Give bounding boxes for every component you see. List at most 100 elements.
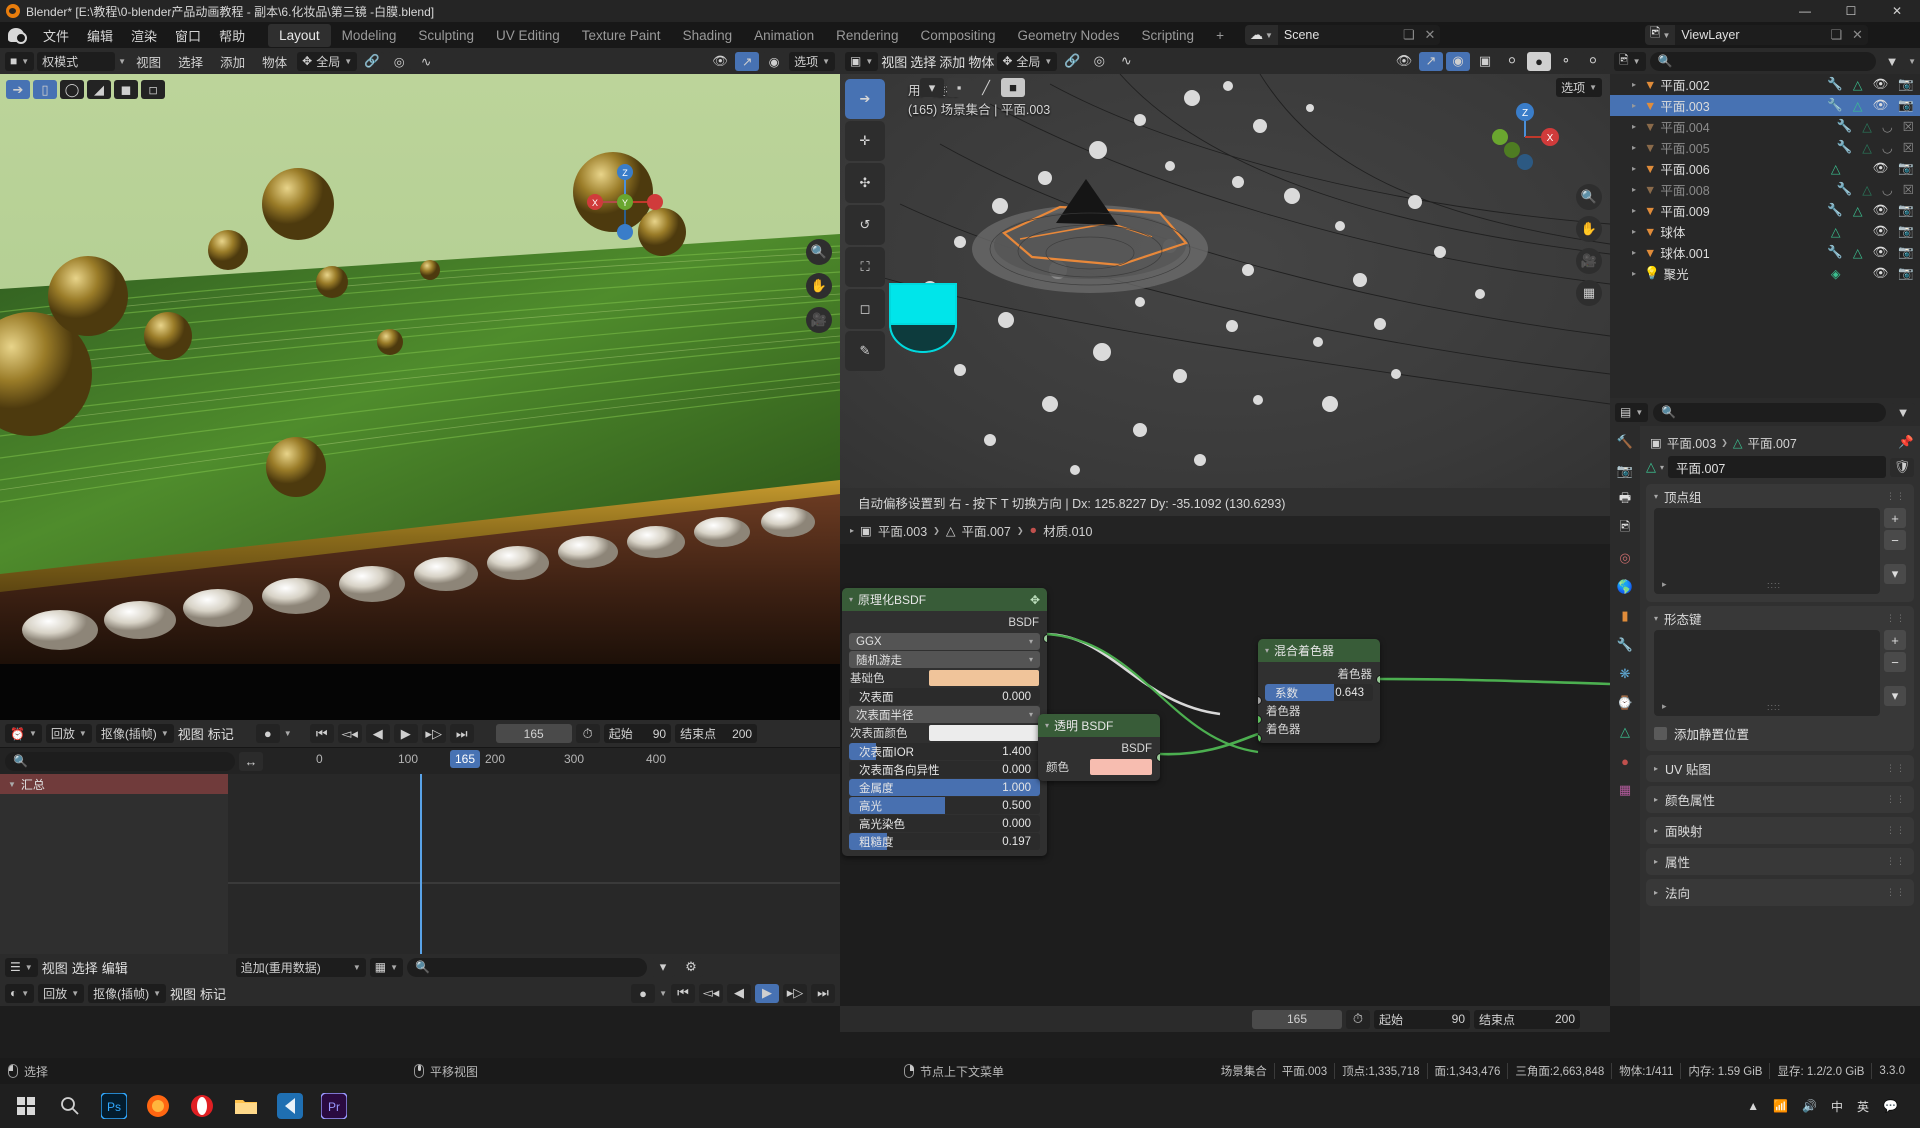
filter-icon[interactable]: ▾ (651, 957, 675, 977)
outliner-row-toggles-6[interactable]: 🔧 △ 👁 📷 (1827, 203, 1914, 218)
new-scene-icon[interactable]: ❏ (1398, 27, 1420, 43)
viewport-proportional-icon[interactable]: ◎ (1087, 51, 1112, 71)
use-preview-range-icon[interactable]: ⏱ (575, 724, 600, 743)
hide-in-viewport-icon-8[interactable]: 👁 (1873, 245, 1889, 260)
tool-cursor-icon[interactable]: ✛ (845, 121, 885, 161)
properties-search-input[interactable]: 🔍 (1653, 402, 1886, 422)
viewport-menu-object[interactable]: 物体 (968, 52, 994, 71)
mesh-data-icon-3[interactable]: △ (1862, 140, 1872, 155)
image-menu-add[interactable]: 添加 (213, 49, 252, 74)
menu-help[interactable]: 帮助 (210, 22, 254, 49)
workspace-tab-animation[interactable]: Animation (743, 24, 825, 47)
add-rest-position-checkbox[interactable] (1654, 727, 1667, 740)
viewport-navigation-gizmo[interactable]: Z X Y (1490, 102, 1571, 172)
auto-keying-chevron-icon[interactable]: ▼ (284, 729, 292, 738)
outliner-filter-chevron-icon[interactable]: ▼ (1908, 57, 1916, 66)
outliner-row-toggles-1[interactable]: 🔧 △ 👁 📷 (1827, 98, 1914, 113)
node-collapse-icon[interactable]: ▾ (849, 595, 853, 604)
expand-icon-6[interactable]: ▸ (1632, 206, 1636, 215)
subsurface-ior-slider[interactable]: 次表面IOR 1.400 (849, 743, 1040, 760)
outliner-row-toggles-0[interactable]: 🔧 △ 👁 📷 (1827, 77, 1914, 92)
shape-key-specials-button[interactable]: ▾ (1884, 686, 1906, 706)
modifier-icon-2[interactable]: 🔧 (1837, 119, 1853, 134)
secondary-menu-view[interactable]: 视图 (42, 958, 68, 977)
tab-material-icon[interactable]: ● (1614, 751, 1636, 771)
outliner-row-2[interactable]: ▸ ▼ 平面.004 🔧 △ ◡ ☒ (1610, 116, 1920, 137)
panel-shape-keys-header[interactable]: ▾ 形态键 ⋮⋮ (1646, 606, 1914, 630)
outliner-row-toggles-3[interactable]: 🔧 △ ◡ ☒ (1837, 140, 1914, 155)
vertex-select-icon[interactable]: ▪ (947, 78, 971, 97)
viewport-menu-select[interactable]: 选择 (910, 52, 936, 71)
modifier-icon-6[interactable]: 🔧 (1827, 203, 1843, 218)
viewport-xray-icon[interactable]: ▣ (1473, 51, 1497, 71)
vertex-group-specials-button[interactable]: ▾ (1884, 564, 1906, 584)
outliner-row-toggles-8[interactable]: 🔧 △ 👁 📷 (1827, 245, 1914, 260)
timeline-play-icon[interactable]: ▶ (755, 983, 779, 1003)
mesh-data-icon-7[interactable]: △ (1831, 224, 1841, 239)
node-transparent-bsdf[interactable]: ▾ 透明 BSDF BSDF 颜色 (1038, 714, 1160, 781)
node-transparent-collapse-icon[interactable]: ▾ (1045, 721, 1049, 730)
outliner-row-toggles-2[interactable]: 🔧 △ ◡ ☒ (1837, 119, 1914, 134)
workspace-tab-texture-paint[interactable]: Texture Paint (571, 24, 672, 47)
viewlayer-datablock[interactable]: 🖻 ▼ ViewLayer ❏ ✕ (1645, 25, 1868, 45)
workspace-tab-sculpting[interactable]: Sculpting (407, 24, 485, 47)
outliner-row-toggles-9[interactable]: ◈ 👁 📷 (1831, 266, 1914, 281)
new-viewlayer-icon[interactable]: ❏ (1825, 27, 1847, 43)
secondary-search-input[interactable]: 🔍 (407, 957, 647, 977)
file-explorer-icon[interactable] (226, 1087, 266, 1125)
image-menu-view[interactable]: 视图 (129, 49, 168, 74)
zoom-icon[interactable]: 🔍 (806, 239, 832, 265)
tab-output-icon[interactable]: 🖶 (1614, 490, 1636, 510)
workspace-tab-layout[interactable]: Layout (268, 23, 331, 47)
menu-render[interactable]: 渲染 (122, 22, 166, 49)
hide-in-viewport-icon-2[interactable]: ◡ (1882, 119, 1893, 134)
normals-expand-icon[interactable]: ▸ (1654, 888, 1658, 897)
mesh-data-icon-2[interactable]: △ (1862, 119, 1872, 134)
tray-notification-icon[interactable]: 💬 (1883, 1099, 1898, 1113)
tab-world-icon[interactable]: 🌎 (1614, 577, 1636, 597)
image-editor-canvas[interactable]: Z X Y 🔍 ✋ 🎥 ➔ ▯ ◯ ◢ ◼ ◽ (0, 74, 840, 720)
image-options-dropdown[interactable]: 选项 ▼ (789, 51, 835, 71)
subsurface-anisotropy-slider[interactable]: 次表面各向异性 0.000 (849, 761, 1040, 778)
dopesheet-keyframe-area[interactable] (228, 774, 840, 954)
breadcrumb-material[interactable]: 材质.010 (1043, 521, 1092, 540)
subsurface-color-swatch[interactable] (929, 725, 1039, 741)
mix-factor-slider[interactable]: 系数 0.643 (1265, 684, 1373, 701)
shading-material-icon[interactable]: ⚬ (1554, 51, 1578, 71)
dopesheet-editor-type-icon[interactable]: ⏰ ▼ (5, 724, 42, 743)
color-picker-swatch[interactable] (888, 282, 958, 354)
face-select-icon[interactable]: ■ (1001, 78, 1025, 97)
distribution-dropdown[interactable]: GGX ▾ (849, 633, 1040, 650)
transparent-color-row[interactable]: 颜色 (1038, 758, 1160, 776)
secondary-menu-select[interactable]: 选择 (72, 958, 98, 977)
node-principled-bsdf[interactable]: ▾ 原理化BSDF ✥ BSDF GGX ▾ 随机游走 ▾ 基础色 次表面 0.… (842, 588, 1047, 856)
end-frame-field[interactable]: 结束点 200 (675, 724, 758, 743)
viewport-menu-add[interactable]: 添加 (939, 52, 965, 71)
viewport-menu-view[interactable]: 视图 (881, 52, 907, 71)
specular-slider[interactable]: 高光 0.500 (849, 797, 1040, 814)
modifier-icon-8[interactable]: 🔧 (1827, 245, 1843, 260)
timeline-menu-view[interactable]: 视图 (170, 984, 196, 1003)
image-menu-select[interactable]: 选择 (171, 49, 210, 74)
timeline-play-reverse-icon[interactable]: ◀ (727, 983, 751, 1003)
expand-icon-5[interactable]: ▸ (1632, 185, 1636, 194)
mode-dropdown-icon[interactable]: ▾ (920, 78, 944, 97)
unlink-scene-icon[interactable]: ✕ (1420, 27, 1441, 43)
firefox-icon[interactable] (138, 1087, 178, 1125)
shape-keys-buttons[interactable]: + − ▾ (1884, 630, 1906, 716)
timeline-editor-type-icon[interactable]: ◐ ▼ (5, 983, 35, 1003)
tab-scene-icon[interactable]: ◎ (1614, 548, 1636, 568)
expand-icon-1[interactable]: ▸ (1632, 101, 1636, 110)
timeline-start-field[interactable]: 起始 90 (1374, 1009, 1470, 1029)
menu-edit[interactable]: 编辑 (78, 22, 122, 49)
mesh-data-icon-0[interactable]: △ (1853, 77, 1863, 92)
ruler-current-frame[interactable]: 165 (450, 749, 481, 768)
workspace-tab-shading[interactable]: Shading (672, 24, 744, 47)
overlay-icon[interactable]: ◉ (762, 51, 787, 71)
dopesheet-channels[interactable]: ▼ 汇总 (0, 774, 228, 954)
hide-in-viewport-icon-4[interactable]: 👁 (1873, 161, 1889, 176)
panel-vertex-groups[interactable]: ▾ 顶点组 ⋮⋮ ▸ :::: + − ▾ (1646, 484, 1914, 602)
outliner-row-4[interactable]: ▸ ▼ 平面.006 △ 👁 📷 (1610, 158, 1920, 179)
outliner-row-8[interactable]: ▸ ▼ 球体.001 🔧 △ 👁 📷 (1610, 242, 1920, 263)
search-taskbar-icon[interactable] (50, 1087, 90, 1125)
